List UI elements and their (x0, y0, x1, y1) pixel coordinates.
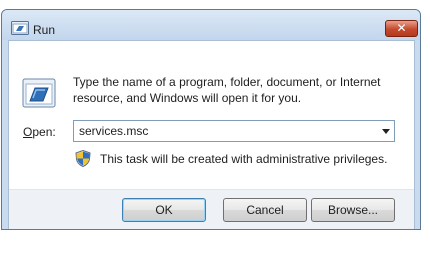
open-combobox[interactable]: services.msc (73, 120, 395, 142)
open-label: Open: (23, 125, 56, 139)
open-input[interactable]: services.msc (79, 124, 148, 138)
open-label-text: pen: (32, 125, 56, 139)
title-bar: Run ✕ (2, 10, 420, 40)
close-icon: ✕ (396, 21, 407, 35)
dialog-description: Type the name of a program, folder, docu… (73, 74, 393, 106)
admin-privileges-note: This task will be created with administr… (100, 152, 388, 166)
run-app-icon (11, 21, 29, 35)
cancel-button[interactable]: Cancel (223, 198, 307, 222)
run-icon (22, 78, 56, 108)
description-line-1: Type the name of a program, folder, docu… (73, 75, 381, 89)
dialog-body: Type the name of a program, folder, docu… (8, 40, 415, 229)
description-line-2: resource, and Windows will open it for y… (73, 91, 302, 105)
shield-icon (75, 150, 91, 167)
ok-button[interactable]: OK (122, 198, 206, 222)
open-label-accelerator: O (23, 125, 33, 139)
run-dialog: Run ✕ Type the name of a program, folder… (1, 9, 421, 230)
window-title: Run (33, 23, 56, 37)
dropdown-arrow-icon[interactable] (382, 129, 390, 134)
browse-button[interactable]: Browse... (311, 198, 395, 222)
close-button[interactable]: ✕ (385, 20, 418, 37)
